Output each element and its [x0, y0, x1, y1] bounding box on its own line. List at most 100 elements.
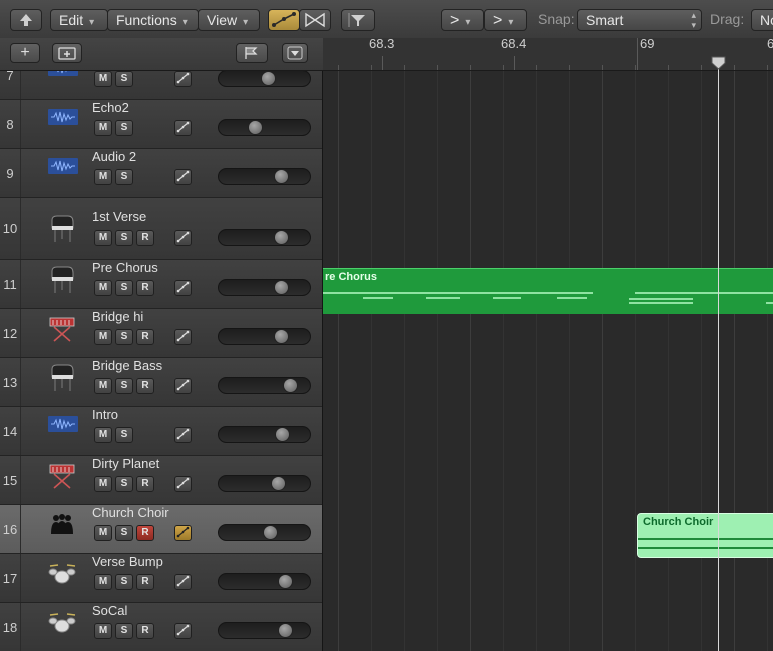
volume-knob[interactable] — [261, 71, 276, 86]
region-church-choir[interactable]: Church Choir — [637, 513, 773, 558]
track-name[interactable]: Verse Bump — [92, 554, 163, 569]
track-name[interactable]: Bridge hi — [92, 309, 143, 324]
add-track-button[interactable]: + — [10, 43, 40, 63]
solo-button[interactable]: S — [115, 525, 133, 541]
record-enable-button[interactable]: R — [136, 378, 154, 394]
volume-knob[interactable] — [278, 574, 293, 589]
mute-button[interactable]: M — [94, 230, 112, 246]
automation-button[interactable] — [174, 623, 192, 639]
automation-button[interactable] — [174, 574, 192, 590]
volume-slider[interactable] — [218, 475, 311, 492]
track-row[interactable]: 10 1st Verse M S R — [0, 198, 322, 260]
volume-slider[interactable] — [218, 622, 311, 639]
record-enable-button[interactable]: R — [136, 476, 154, 492]
view-menu[interactable]: View ▾ — [198, 9, 260, 31]
up-arrow-button[interactable] — [10, 9, 42, 31]
volume-knob[interactable] — [275, 427, 290, 442]
track-row[interactable]: 9 Audio 2 MS — [0, 149, 322, 198]
track-row[interactable]: 18 SoCal M S R — [0, 603, 322, 651]
track-name[interactable]: Pre Chorus — [92, 260, 158, 275]
volume-slider[interactable] — [218, 71, 311, 87]
volume-slider[interactable] — [218, 168, 311, 185]
catch-filter-button[interactable] — [341, 9, 375, 31]
track-row[interactable]: 11 Pre Chorus M S R — [0, 260, 322, 309]
track-row[interactable]: 14 Intro M S — [0, 407, 322, 456]
track-row[interactable]: 8 Echo2 M S — [0, 100, 322, 149]
track-name[interactable]: Church Choir — [92, 505, 169, 520]
bar-ruler[interactable]: 68.3 68.4 69 6 — [323, 38, 773, 71]
record-enable-button[interactable]: R — [136, 230, 154, 246]
track-options-button[interactable] — [282, 43, 308, 63]
track-name[interactable]: 1st Verse — [92, 209, 146, 224]
volume-knob[interactable] — [274, 169, 289, 184]
solo-button[interactable]: S — [115, 623, 133, 639]
mute-button[interactable]: M — [94, 427, 112, 443]
volume-knob[interactable] — [274, 329, 289, 344]
solo-button[interactable]: S — [115, 329, 133, 345]
solo-button[interactable]: S — [115, 230, 133, 246]
solo-button[interactable]: S — [115, 476, 133, 492]
volume-knob[interactable] — [271, 476, 286, 491]
mute-button[interactable]: M — [94, 329, 112, 345]
track-name[interactable]: SoCal — [92, 603, 127, 618]
volume-knob[interactable] — [274, 280, 289, 295]
track-filter-flag-button[interactable] — [236, 43, 268, 63]
mute-button[interactable]: M — [94, 120, 112, 136]
mute-button[interactable]: M — [94, 169, 112, 185]
record-enable-button[interactable]: R — [136, 280, 154, 296]
volume-slider[interactable] — [218, 573, 311, 590]
volume-slider[interactable] — [218, 524, 311, 541]
record-enable-button[interactable]: R — [136, 574, 154, 590]
solo-button[interactable]: S — [115, 120, 133, 136]
playhead[interactable] — [718, 58, 719, 651]
track-row[interactable]: 7EchoMS — [0, 71, 322, 100]
record-enable-button[interactable]: R — [136, 525, 154, 541]
volume-knob[interactable] — [248, 120, 263, 135]
automation-button[interactable] — [174, 71, 192, 87]
mute-button[interactable]: M — [94, 476, 112, 492]
alt-tool-menu[interactable]: > ▾ — [484, 9, 527, 31]
arrange-area[interactable]: re Chorus Church Choir — [323, 71, 773, 651]
playhead-handle-icon[interactable] — [711, 56, 726, 70]
flex-button[interactable] — [299, 9, 331, 31]
track-row[interactable]: 16 Church Choir M S R — [0, 505, 322, 554]
automation-button[interactable] — [174, 329, 192, 345]
record-enable-button[interactable]: R — [136, 329, 154, 345]
track-row[interactable]: 15 Dirty Planet M S R — [0, 456, 322, 505]
volume-knob[interactable] — [263, 525, 278, 540]
volume-knob[interactable] — [283, 378, 298, 393]
automation-button[interactable] — [174, 525, 192, 541]
automation-button[interactable] — [174, 280, 192, 296]
automation-button[interactable] — [174, 230, 192, 246]
track-name[interactable]: Audio 2 — [92, 149, 136, 164]
solo-button[interactable]: S — [115, 574, 133, 590]
region-pre-chorus[interactable]: re Chorus — [323, 268, 773, 314]
pointer-tool-menu[interactable]: > ▾ — [441, 9, 484, 31]
track-row[interactable]: 17 Verse Bump M S R — [0, 554, 322, 603]
track-name[interactable]: Intro — [92, 407, 118, 422]
automation-curve-button[interactable] — [268, 9, 300, 31]
track-name[interactable]: Dirty Planet — [92, 456, 159, 471]
functions-menu[interactable]: Functions ▾ — [107, 9, 199, 31]
volume-slider[interactable] — [218, 328, 311, 345]
track-row[interactable]: 12 Bridge hi M S R — [0, 309, 322, 358]
automation-button[interactable] — [174, 427, 192, 443]
solo-button[interactable]: S — [115, 427, 133, 443]
record-enable-button[interactable]: R — [136, 623, 154, 639]
volume-knob[interactable] — [274, 230, 289, 245]
snap-select[interactable]: Smart ▴ ▾ — [577, 9, 702, 31]
automation-button[interactable] — [174, 476, 192, 492]
volume-slider[interactable] — [218, 426, 311, 443]
solo-button[interactable]: S — [115, 280, 133, 296]
new-folder-track-button[interactable] — [52, 43, 82, 63]
mute-button[interactable]: M — [94, 574, 112, 590]
solo-button[interactable]: S — [115, 169, 133, 185]
track-row[interactable]: 13 Bridge Bass M S R — [0, 358, 322, 407]
mute-button[interactable]: M — [94, 71, 112, 87]
volume-slider[interactable] — [218, 229, 311, 246]
volume-slider[interactable] — [218, 119, 311, 136]
volume-slider[interactable] — [218, 279, 311, 296]
automation-button[interactable] — [174, 169, 192, 185]
edit-menu[interactable]: Edit ▾ — [50, 9, 108, 31]
mute-button[interactable]: M — [94, 525, 112, 541]
